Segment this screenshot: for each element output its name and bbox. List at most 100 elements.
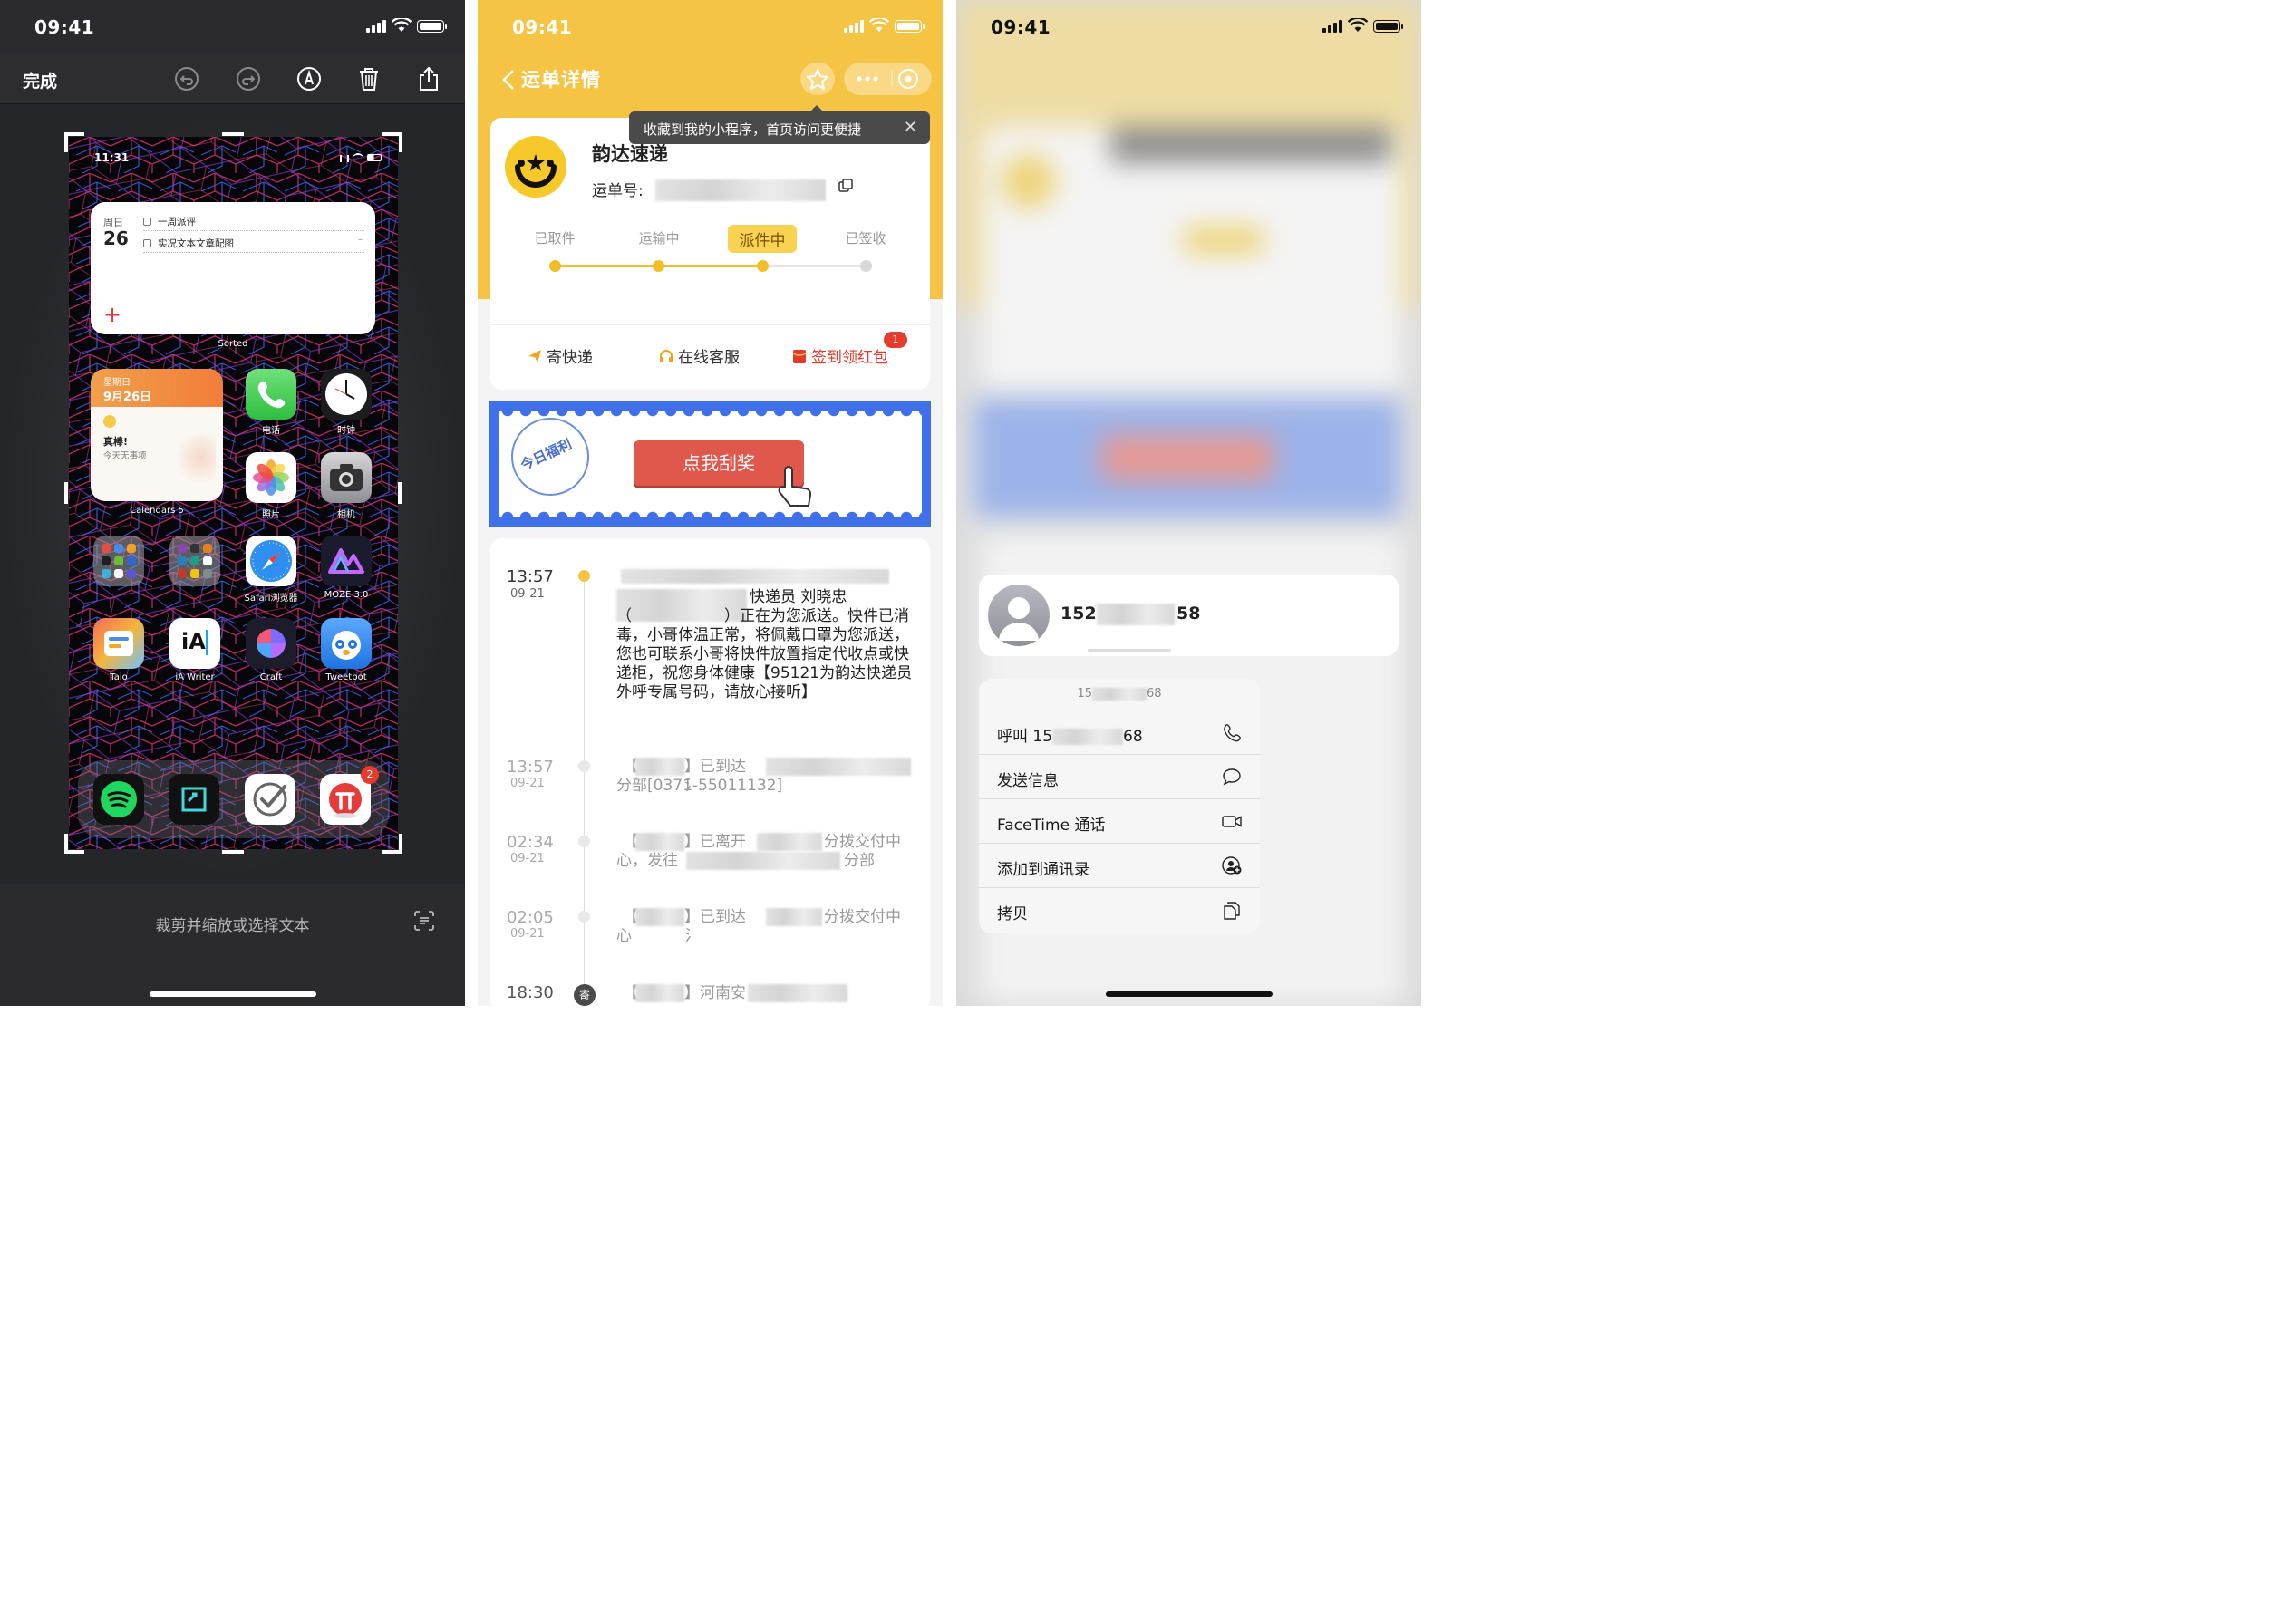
yunda-logo [505, 136, 566, 198]
scratch-promo-banner[interactable]: 今日福利 点我刮奖 [489, 401, 931, 527]
redacted-text [686, 852, 840, 870]
calendar-message: 真棒! [103, 436, 129, 448]
trash-icon[interactable] [355, 65, 382, 92]
app-label: Taio [110, 672, 128, 682]
contact-preview-card[interactable]: 152 58 [979, 575, 1399, 656]
crop-handle-bottom-right[interactable] [382, 834, 402, 854]
copy-menu-item[interactable]: 拷贝 [979, 887, 1260, 932]
battery-icon [895, 20, 925, 33]
craft-app-icon[interactable] [246, 618, 296, 669]
close-capsule-icon[interactable] [898, 69, 918, 89]
facetime-menu-item[interactable]: FaceTime 通话 [979, 798, 1260, 843]
flower-decoration [179, 432, 216, 496]
crop-handle-bottom[interactable] [222, 850, 244, 854]
close-icon[interactable]: ✕ [904, 118, 917, 137]
event-description: 】已离开 [684, 833, 746, 851]
dock: 2 [78, 760, 389, 838]
widget-task-item[interactable]: 一周派评 [143, 215, 196, 228]
tracking-timeline: 13:57 09-21 快递员 刘晓忠 （ ）正在为您派送。快件已消毒，小哥体温… [490, 538, 930, 1006]
event-description: 分拨交付中 [824, 908, 901, 926]
call-menu-item[interactable]: 呼叫 15 68 [979, 710, 1260, 754]
video-icon [1222, 816, 1242, 827]
status-time: 09:41 [991, 16, 1051, 38]
favorite-button[interactable] [800, 63, 835, 95]
crop-handle-top-left[interactable] [64, 132, 84, 152]
omnifocus-app-icon[interactable] [245, 774, 295, 825]
home-indicator[interactable] [1106, 991, 1273, 997]
camera-app-icon[interactable] [321, 452, 372, 503]
event-description: 心，发往 [616, 852, 678, 870]
crop-hint-text: 裁剪并缩放或选择文本 [155, 917, 310, 935]
notification-badge: 1 [884, 332, 907, 348]
crop-handle-bottom-left[interactable] [64, 834, 84, 854]
bracket-text: 【 [623, 908, 638, 926]
ia-writer-app-icon[interactable]: iA [169, 618, 220, 669]
send-message-menu-item[interactable]: 发送信息 [979, 754, 1260, 798]
home-indicator[interactable] [150, 991, 316, 997]
calendars-widget[interactable]: 星期日 9月26日 真棒! 今天无事项 [91, 369, 223, 501]
widget-caption: Calendars 5 [130, 506, 184, 516]
spotify-app-icon[interactable] [93, 774, 144, 825]
event-date: 09-21 [510, 927, 545, 941]
redacted-text [766, 758, 911, 776]
tooltip-text: 收藏到我的小程序，首页访问更便捷 [644, 121, 862, 138]
event-description: （ ）正在为您派送。快件已消毒，小哥体温正常，将佩戴口罩为您派送，您也可联系小哥… [616, 607, 913, 701]
status-bar: 09:41 [0, 0, 465, 54]
checkin-redpacket-button[interactable]: 签到领红包 [791, 344, 888, 367]
crop-handle-top-right[interactable] [382, 132, 402, 152]
event-date: 09-21 [510, 852, 545, 865]
online-service-button[interactable]: 在线客服 [658, 344, 740, 367]
progress-dot [757, 260, 769, 272]
safari-app-icon[interactable] [246, 536, 296, 586]
app-label: MOZE 3.0 [324, 590, 369, 600]
undo-icon[interactable] [173, 65, 200, 92]
crop-handle-right[interactable] [398, 482, 402, 504]
folder-icon[interactable] [93, 536, 144, 586]
add-to-contacts-menu-item[interactable]: 添加到通讯录 [979, 843, 1260, 887]
back-chevron-icon[interactable] [501, 69, 516, 91]
step-signed: 已签收 [845, 230, 886, 246]
redo-icon[interactable] [235, 65, 262, 92]
event-description: 分拨交付中 [824, 833, 901, 851]
sorted-widget[interactable]: 周日 26 一周派评 – 实况文本文章配图 – + [91, 202, 375, 334]
send-express-button[interactable]: 寄快递 [527, 344, 593, 367]
screenshot-app-icon[interactable] [169, 774, 219, 825]
taio-app-icon[interactable] [93, 618, 144, 669]
clock-app-icon[interactable] [321, 369, 372, 420]
mini-status-time: 11:31 [94, 151, 130, 164]
drag-dash-icon: – [358, 235, 363, 245]
step-in-transit: 运输中 [638, 230, 680, 246]
menu-header: 15 68 [1077, 687, 1162, 701]
add-contact-icon [1222, 856, 1242, 875]
folder-icon[interactable] [169, 536, 220, 586]
markup-panel: 09:41 完成 11:31 周日 26 一周派评 – 实况文本文章配图 – +… [0, 0, 465, 1006]
bracket-text: 【 [623, 984, 638, 1002]
screenshot-preview[interactable]: 11:31 周日 26 一周派评 – 实况文本文章配图 – + Sorted 星… [69, 137, 398, 849]
copy-icon[interactable] [838, 179, 853, 193]
tweetbot-app-icon[interactable] [321, 618, 372, 669]
timeline-dot-active [578, 570, 590, 582]
redacted-text [748, 984, 847, 1002]
notification-badge: 2 [361, 766, 379, 784]
phone-app-icon[interactable] [246, 369, 296, 420]
photos-app-icon[interactable] [246, 452, 296, 503]
message-icon [1223, 768, 1241, 786]
widget-day-number: 26 [103, 227, 129, 249]
event-date: 09-21 [510, 587, 545, 601]
markup-pen-icon[interactable] [295, 65, 323, 92]
checkbox-icon[interactable] [143, 239, 151, 247]
live-text-icon[interactable] [414, 911, 434, 931]
add-task-icon[interactable]: + [103, 302, 121, 327]
timeline-dot [578, 836, 590, 847]
widget-task-item[interactable]: 实况文本文章配图 [143, 237, 234, 250]
crop-handle-left[interactable] [64, 482, 68, 504]
more-icon[interactable] [857, 76, 878, 82]
app-label: 时钟 [337, 426, 355, 436]
done-button[interactable]: 完成 [23, 68, 57, 92]
crop-handle-top[interactable] [222, 132, 244, 136]
progress-dot [860, 260, 872, 272]
share-icon[interactable] [415, 65, 442, 92]
moze-app-icon[interactable] [321, 536, 372, 586]
checkbox-icon[interactable] [143, 218, 151, 226]
redacted-number [1092, 687, 1147, 701]
